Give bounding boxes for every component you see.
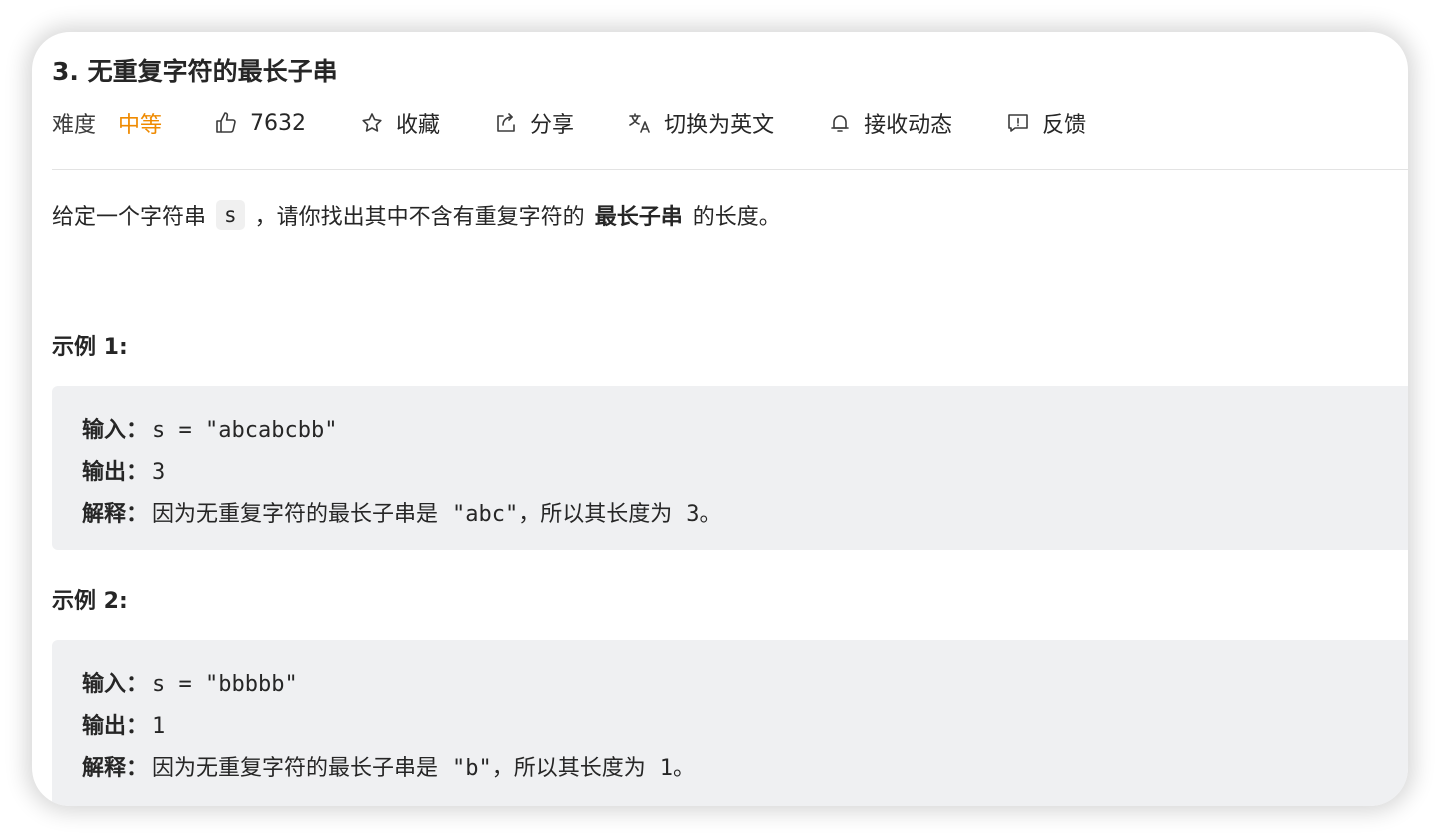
example-output: 输出： 1: [82, 708, 165, 740]
translate-button[interactable]: 切换为英文: [628, 107, 774, 139]
favorite-label: 收藏: [396, 113, 441, 138]
explain-code: 3: [686, 502, 700, 527]
translate-label: 切换为英文: [664, 113, 775, 138]
problem-description: 给定一个字符串 s ，请你找出其中不含有重复字符的 最长子串 的长度。: [52, 199, 781, 231]
share-label: 分享: [530, 113, 575, 138]
difficulty-label: 难度: [52, 113, 97, 138]
output-value: 1: [152, 714, 166, 739]
explain-text: 。: [673, 756, 696, 781]
share-icon: [497, 113, 515, 132]
description-text: ，请你找出其中不含有重复字符的: [254, 205, 585, 230]
bell-icon: [831, 115, 849, 132]
share-button[interactable]: 分享: [494, 107, 574, 139]
output-value: 3: [152, 460, 166, 485]
explain-text: 因为无重复字符的最长子串是: [152, 756, 439, 781]
notify-label: 接收动态: [864, 113, 953, 138]
example-2-title: 示例 2:: [52, 589, 128, 614]
example-input: 输入： s = "abcabcbb": [82, 412, 337, 444]
translate-icon: [629, 113, 650, 133]
problem-panel: 3. 无重复字符的最长子串 难度 中等 7632 收藏 分享 切换为英文 接收动…: [32, 32, 1408, 806]
explain-code: 1: [659, 756, 674, 781]
like-button[interactable]: 7632: [214, 111, 306, 136]
feedback-icon: [1008, 114, 1028, 132]
problem-title: 3. 无重复字符的最长子串: [52, 57, 338, 86]
star-icon: [362, 113, 382, 132]
explain-key: 解释：: [82, 502, 149, 527]
example-input: 输入： s = "bbbbb": [82, 666, 298, 698]
explain-code: "b": [452, 756, 492, 781]
description-bold: 最长子串: [594, 205, 683, 230]
divider: [52, 169, 1408, 170]
problem-toolbar: 难度 中等 7632 收藏 分享 切换为英文 接收动态 反馈: [52, 107, 1086, 139]
inline-code: s: [216, 200, 245, 230]
explain-key: 解释：: [82, 756, 149, 781]
favorite-button[interactable]: 收藏: [360, 107, 440, 139]
explain-text: 。: [699, 502, 722, 527]
example-explanation: 解释： 因为无重复字符的最长子串是 "b" ，所以其长度为 1 。: [82, 750, 695, 782]
thumbs-up-icon: [216, 112, 236, 133]
output-key: 输出：: [82, 460, 149, 485]
output-key: 输出：: [82, 714, 149, 739]
feedback-label: 反馈: [1042, 113, 1087, 138]
explain-code: "abc": [452, 502, 519, 527]
like-count: 7632: [250, 110, 307, 136]
description-text: 给定一个字符串: [52, 205, 207, 230]
example-output: 输出： 3: [82, 454, 165, 486]
input-value: s = "abcabcbb": [152, 418, 338, 443]
example-1-title: 示例 1:: [52, 335, 128, 360]
difficulty-badge: 中等: [118, 113, 163, 138]
description-text: 的长度。: [692, 205, 781, 230]
explain-text: ，所以其长度为: [518, 502, 673, 527]
example-1-block: 输入： s = "abcabcbb" 输出： 3 解释： 因为无重复字符的最长子…: [52, 386, 1408, 550]
notify-button[interactable]: 接收动态: [828, 107, 952, 139]
input-key: 输入：: [82, 418, 149, 443]
example-explanation: 解释： 因为无重复字符的最长子串是 "abc" ，所以其长度为 3 。: [82, 496, 722, 528]
example-2-block: 输入： s = "bbbbb" 输出： 1 解释： 因为无重复字符的最长子串是 …: [52, 640, 1408, 806]
explain-text: ，所以其长度为: [491, 756, 646, 781]
input-value: s = "bbbbb": [152, 672, 298, 697]
feedback-button[interactable]: 反馈: [1006, 107, 1086, 139]
input-key: 输入：: [82, 672, 149, 697]
explain-text: 因为无重复字符的最长子串是: [152, 502, 439, 527]
